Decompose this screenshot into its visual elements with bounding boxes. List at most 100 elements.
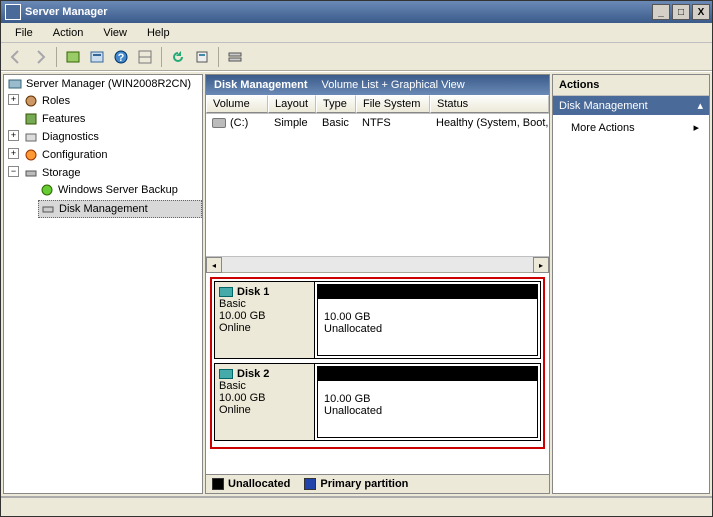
center-pane: Disk Management Volume List + Graphical … [205,74,550,494]
disk-size: 10.00 GB [219,310,310,322]
volume-scrollbar[interactable]: ◂ ▸ [206,256,549,272]
help-icon[interactable]: ? [110,46,132,68]
legend-unalloc: Unallocated [228,478,290,490]
chevron-right-icon: ▸ [693,121,699,134]
refresh-icon[interactable] [167,46,189,68]
tree-diagnostics[interactable]: Diagnostics [22,129,202,145]
actions-title: Actions [553,75,709,96]
partition-unallocated[interactable]: 10.00 GB Unallocated [317,366,538,438]
svg-text:?: ? [118,52,125,64]
menubar: File Action View Help [1,23,712,43]
tree-wsb[interactable]: Windows Server Backup [38,182,202,198]
center-subtitle: Volume List + Graphical View [322,79,465,91]
tree-roles-label: Roles [42,95,70,107]
partition-stripe [318,285,537,299]
cell-fs: NTFS [356,116,430,130]
menu-action[interactable]: Action [43,25,94,41]
back-button [5,46,27,68]
disk-name: Disk 1 [237,286,269,298]
app-icon [5,4,21,20]
tree-storage[interactable]: Storage [22,165,202,181]
tb-btn-5[interactable] [224,46,246,68]
center-title: Disk Management [214,79,308,91]
tree-config-label: Configuration [42,149,107,161]
tree-diag-label: Diagnostics [42,131,99,143]
partition-label: Unallocated [324,405,531,417]
tree-root[interactable]: Server Manager (WIN2008R2CN) [6,76,202,92]
tree-pane[interactable]: Server Manager (WIN2008R2CN) + Roles [3,74,203,494]
tb-btn-3[interactable] [134,46,156,68]
disk-state: Online [219,322,310,334]
tree-features-label: Features [42,113,85,125]
volume-list: Volume Layout Type File System Status (C… [206,95,549,273]
disk-row[interactable]: Disk 1 Basic 10.00 GB Online 10.00 GB Un… [214,281,541,359]
tree-features[interactable]: Features [22,111,202,127]
col-status[interactable]: Status [430,95,549,113]
tree-root-label: Server Manager (WIN2008R2CN) [26,78,191,90]
disk-icon [219,369,233,379]
actions-section-label: Disk Management [559,100,648,112]
legend-unalloc-swatch [212,478,224,490]
column-headers: Volume Layout Type File System Status [206,95,549,114]
expander-diag[interactable]: + [8,130,19,141]
disk-info: Disk 1 Basic 10.00 GB Online [215,282,315,358]
volume-row[interactable]: (C:) Simple Basic NTFS Healthy (System, … [206,114,549,132]
window-title: Server Manager [25,6,652,18]
cell-type: Basic [316,116,356,130]
drive-icon [212,118,226,128]
cell-volume: (C:) [206,116,268,130]
col-layout[interactable]: Layout [268,95,316,113]
disk-row[interactable]: Disk 2 Basic 10.00 GB Online 10.00 GB Un… [214,363,541,441]
partition-size: 10.00 GB [324,393,531,405]
menu-file[interactable]: File [5,25,43,41]
partition-unallocated[interactable]: 10.00 GB Unallocated [317,284,538,356]
graphical-view: Disk 1 Basic 10.00 GB Online 10.00 GB Un… [206,273,549,474]
partition-size: 10.00 GB [324,311,531,323]
disk-kind: Basic [219,298,310,310]
disk-kind: Basic [219,380,310,392]
highlight-box: Disk 1 Basic 10.00 GB Online 10.00 GB Un… [210,277,545,449]
minimize-button[interactable]: _ [652,4,670,20]
more-actions-label: More Actions [571,122,635,134]
tb-btn-4[interactable] [191,46,213,68]
disk-state: Online [219,404,310,416]
statusbar [1,496,712,516]
chevron-up-icon: ▴ [697,99,703,112]
expander-storage[interactable]: − [8,166,19,177]
expander-config[interactable]: + [8,148,19,159]
menu-help[interactable]: Help [137,25,180,41]
tree-diskmgmt-label: Disk Management [59,203,148,215]
col-type[interactable]: Type [316,95,356,113]
actions-section[interactable]: Disk Management ▴ [553,96,709,115]
center-header: Disk Management Volume List + Graphical … [206,75,549,95]
disk-info: Disk 2 Basic 10.00 GB Online [215,364,315,440]
legend: Unallocated Primary partition [206,474,549,493]
tb-btn-1[interactable] [62,46,84,68]
more-actions[interactable]: More Actions ▸ [553,115,709,140]
col-volume[interactable]: Volume [206,95,268,113]
titlebar[interactable]: Server Manager _ □ X [1,1,712,23]
tree-configuration[interactable]: Configuration [22,147,202,163]
cell-layout: Simple [268,116,316,130]
tree-wsb-label: Windows Server Backup [58,184,178,196]
server-manager-window: Server Manager _ □ X File Action View He… [0,0,713,517]
legend-primary: Primary partition [320,478,408,490]
forward-button [29,46,51,68]
menu-view[interactable]: View [93,25,137,41]
tree-roles[interactable]: Roles [22,93,202,109]
disk-name: Disk 2 [237,368,269,380]
maximize-button[interactable]: □ [672,4,690,20]
toolbar: ? [1,43,712,71]
partition-label: Unallocated [324,323,531,335]
scroll-left-button[interactable]: ◂ [206,257,222,273]
tree-diskmgmt[interactable]: Disk Management [38,200,202,218]
disk-size: 10.00 GB [219,392,310,404]
actions-pane: Actions Disk Management ▴ More Actions ▸ [552,74,710,494]
col-fs[interactable]: File System [356,95,430,113]
tb-btn-2[interactable] [86,46,108,68]
cell-status: Healthy (System, Boot, Pa [430,116,549,130]
close-button[interactable]: X [692,4,710,20]
disk-icon [219,287,233,297]
expander-roles[interactable]: + [8,94,19,105]
scroll-right-button[interactable]: ▸ [533,257,549,273]
